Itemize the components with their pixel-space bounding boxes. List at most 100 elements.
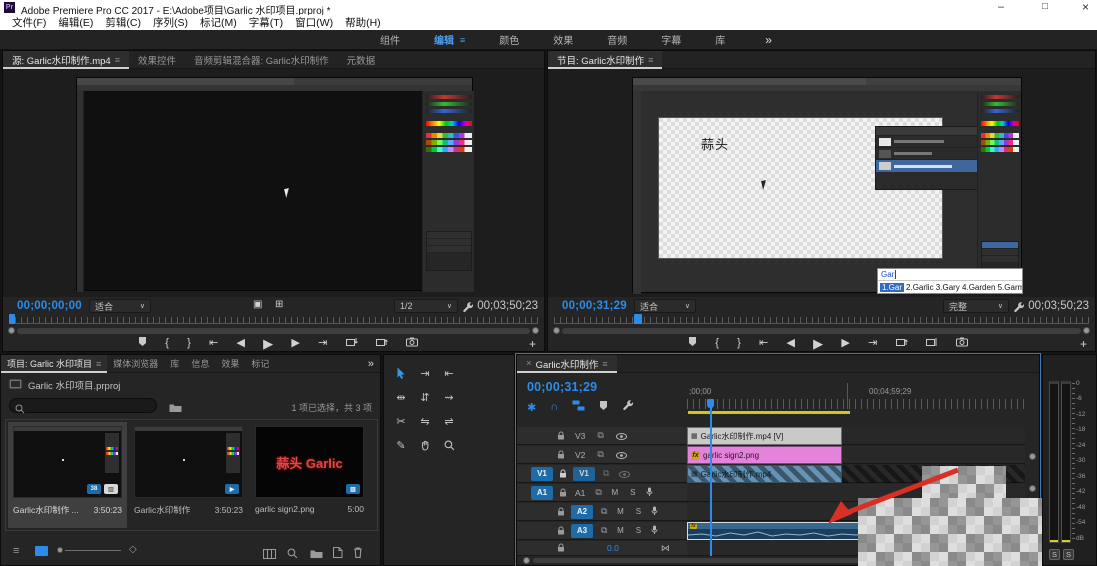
nest-sequence-icon[interactable]: ✱ [527,401,536,414]
list-view-icon[interactable]: ≡ [13,545,19,557]
tab-info[interactable]: 信息 [185,355,215,373]
solo-button[interactable]: S [628,488,638,497]
track-select-forward-tool[interactable]: ⇥ [414,363,436,383]
mute-button[interactable]: M [615,507,625,516]
lock-icon[interactable] [557,446,565,464]
step-forward-icon[interactable]: ▶ [291,337,299,349]
menu-file[interactable]: 文件(F) [12,15,46,30]
source-zoom-select[interactable]: 适合 ∨ [89,299,151,313]
workspace-menu-icon[interactable]: ≡ [460,35,465,45]
source-scrollbar[interactable] [17,328,530,334]
add-marker-icon[interactable] [688,336,697,350]
timeline-settings-wrench-icon[interactable] [622,398,634,416]
mute-button[interactable]: M [610,488,620,497]
source-patch-a1[interactable]: A1 [531,485,553,500]
new-item-icon[interactable] [333,545,343,563]
minimize-button[interactable]: – [998,1,1004,13]
panel-menu-icon[interactable]: ≡ [96,359,101,369]
tab-media-browser[interactable]: 媒体浏览器 [107,355,164,373]
rate-stretch-tool[interactable]: ⇝ [438,387,460,407]
hand-tool[interactable] [414,435,436,455]
panel-menu-icon[interactable]: ≡ [648,55,653,65]
icon-view-icon[interactable] [35,546,48,556]
source-scrub-ruler[interactable] [9,317,538,324]
voiceover-mic-icon[interactable] [646,484,653,502]
maximize-button[interactable]: □ [1042,1,1048,12]
solo-left-button[interactable]: S [1049,549,1060,560]
scrollbar-right-handle[interactable] [1083,327,1090,334]
go-to-in-icon[interactable]: ⇤ [759,337,768,349]
zoom-slider-track[interactable] [65,550,121,551]
project-item-3-name[interactable]: garlic sign2.png [255,504,315,514]
menu-marker[interactable]: 标记(M) [200,15,237,30]
sync-lock-icon[interactable]: ⧉ [597,449,603,460]
track-select-backward-tool[interactable]: ⇤ [438,363,460,383]
menu-clip[interactable]: 剪辑(C) [105,15,141,30]
workspace-libraries[interactable]: 库 [715,32,725,47]
tab-audio-clip-mixer[interactable]: 音频剪辑混合器: Garlic水印制作 [185,51,338,69]
project-item-1-name[interactable]: Garlic水印制作 ... [13,504,79,516]
delete-icon[interactable] [353,545,363,563]
track-output-eye-icon[interactable] [619,465,631,483]
solo-button[interactable]: S [633,507,643,516]
snap-icon[interactable]: ∩ [550,401,558,413]
add-marker-icon[interactable] [599,398,608,416]
track-v2-label[interactable]: V2 [575,450,585,460]
sync-lock-icon[interactable]: ⧉ [601,506,607,517]
lift-icon[interactable] [895,337,908,350]
rolling-edit-tool[interactable]: ⇵ [414,387,436,407]
program-timecode[interactable]: 00;00;31;29 [562,300,627,312]
pen-tool[interactable]: ✎ [390,435,412,455]
find-icon[interactable] [287,546,298,564]
workspace-audio[interactable]: 音频 [607,32,627,47]
lock-icon[interactable] [557,522,565,540]
tab-program[interactable]: 节目: Garlic水印制作 ≡ [548,50,663,69]
close-sequence-icon[interactable]: × [526,358,532,369]
v-scrollbar-bottom-handle[interactable] [1029,485,1036,492]
ime-other-candidates[interactable]: 2.Garlic 3.Gary 4.Garden 5.Garmin [906,283,1022,292]
project-breadcrumb[interactable]: Garlic 水印项目.prproj [9,378,120,392]
project-item-3[interactable]: 蒜头 Garlic ▥ garlic sign2.png 5:00 [250,422,369,528]
program-zoom-select[interactable]: 适合 ∨ [634,299,696,313]
tab-effect-controls[interactable]: 效果控件 [129,51,185,69]
program-resolution-select[interactable]: 完整 ∨ [943,299,1009,313]
zoom-tool[interactable] [438,435,460,455]
lock-icon[interactable] [559,484,567,502]
program-playhead[interactable] [634,314,642,324]
slide-tool[interactable]: ⇌ [438,411,460,431]
workspace-overflow-icon[interactable]: » [765,33,772,47]
menu-sequence[interactable]: 序列(S) [153,15,188,30]
workspace-effects[interactable]: 效果 [553,32,573,47]
project-item-2[interactable]: ▶ Garlic水印制作 3:50:23 [129,422,248,528]
settings-wrench-icon[interactable] [462,300,474,318]
mark-in-icon[interactable]: { [715,337,719,349]
lock-icon[interactable] [557,539,565,557]
export-frame-icon[interactable] [955,337,968,350]
master-meter-icon[interactable]: ⋈ [661,543,670,554]
mark-in-icon[interactable]: { [165,337,169,349]
tab-project[interactable]: 项目: Garlic 水印项目 ≡ [1,354,108,373]
workspace-assembly[interactable]: 组件 [380,32,400,47]
h-scrollbar-left-handle[interactable] [523,557,530,564]
lock-icon[interactable] [557,427,565,445]
timeline-timecode[interactable]: 00;00;31;29 [527,380,597,394]
mark-out-icon[interactable]: } [187,337,191,349]
panel-menu-icon[interactable]: ≡ [602,359,607,369]
scrollbar-right-handle[interactable] [532,327,539,334]
settings-wrench-icon[interactable] [1013,300,1025,318]
workspace-editing[interactable]: 编辑 [434,32,454,47]
lock-icon[interactable] [557,503,565,521]
play-icon[interactable]: ▶ [813,337,823,350]
drag-audio-icon[interactable]: ⊞ [275,300,283,310]
timeline-playhead-line[interactable] [710,399,712,556]
ripple-edit-tool[interactable]: ⇹ [390,387,412,407]
razor-tool[interactable]: ✂ [390,411,412,431]
menu-window[interactable]: 窗口(W) [295,15,333,30]
linked-selection-icon[interactable] [572,398,585,416]
new-bin-icon[interactable] [310,546,323,564]
solo-right-button[interactable]: S [1063,549,1074,560]
insert-icon[interactable] [345,337,358,350]
sync-lock-icon[interactable]: ⧉ [603,468,609,479]
tab-effects[interactable]: 效果 [215,355,245,373]
master-gain-value[interactable]: 0.0 [607,543,619,553]
